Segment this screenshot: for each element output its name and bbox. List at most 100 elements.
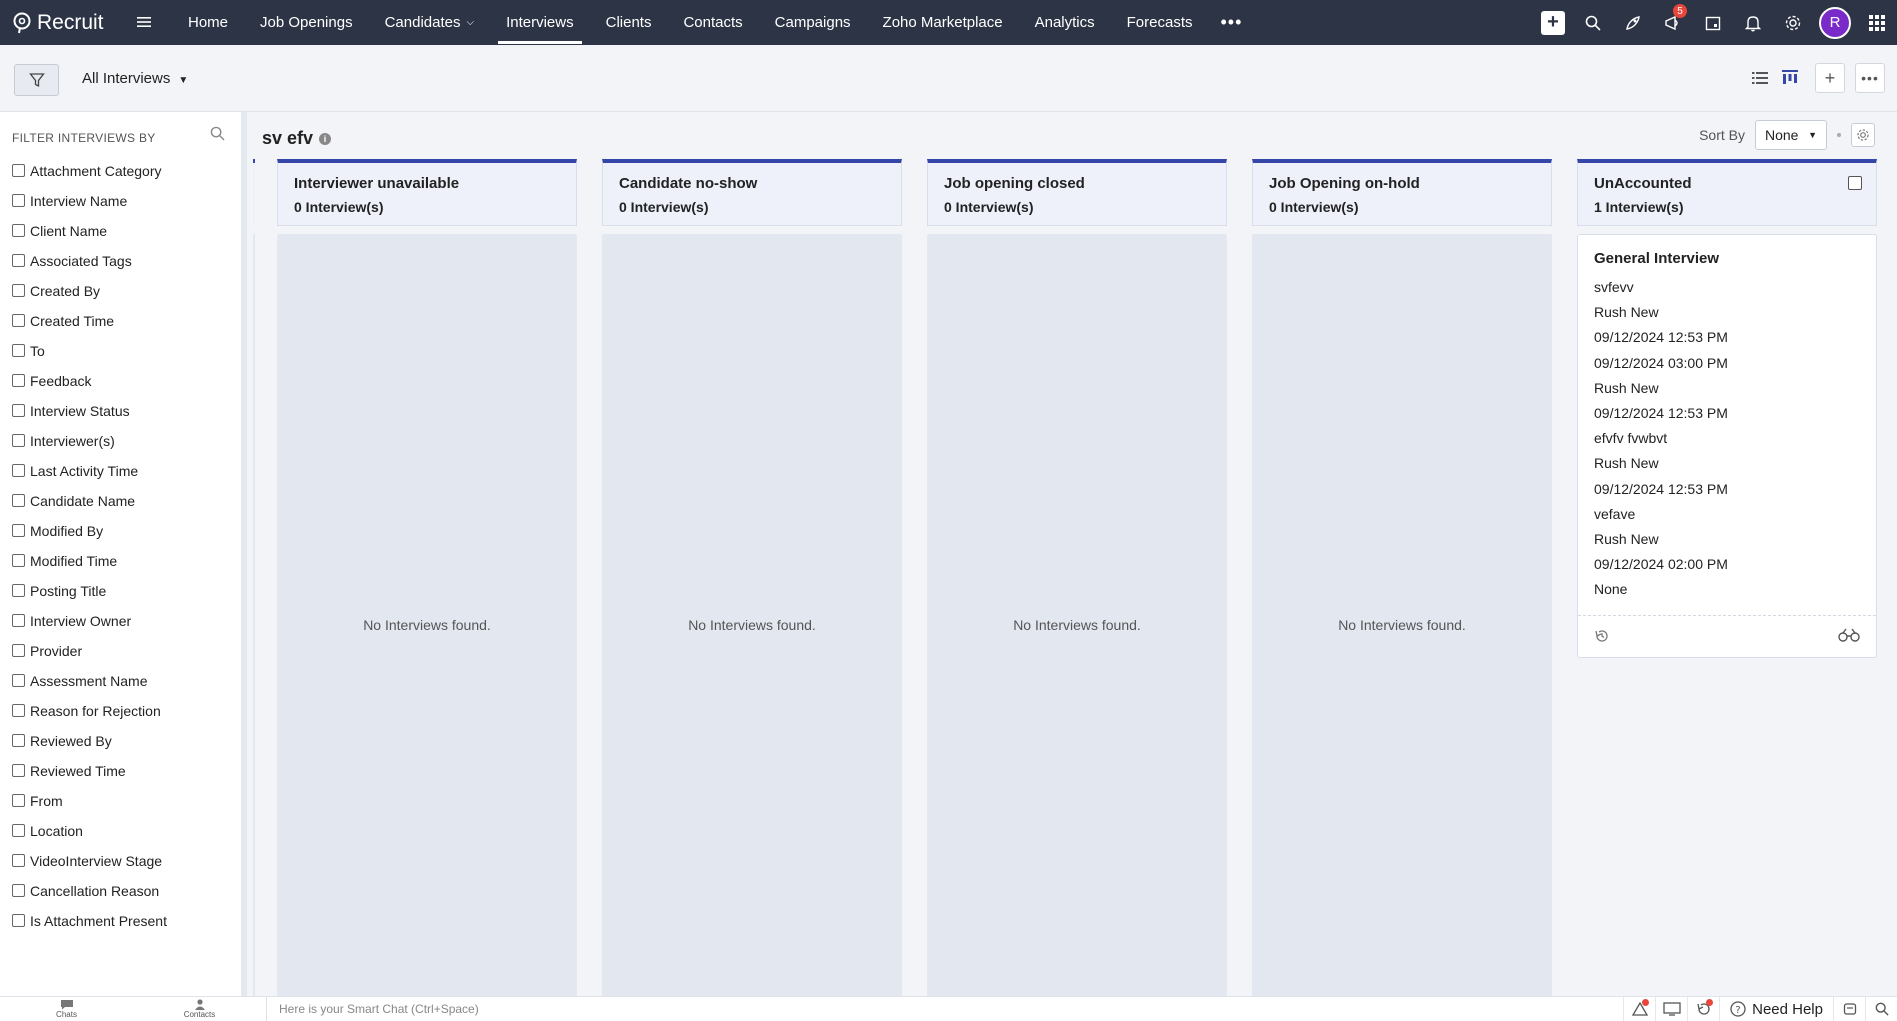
filter-item[interactable]: To xyxy=(12,343,167,373)
filter-item[interactable]: VideoInterview Stage xyxy=(12,853,167,883)
filter-checkbox[interactable] xyxy=(12,794,25,807)
bell-icon[interactable] xyxy=(1733,0,1773,45)
filter-checkbox[interactable] xyxy=(12,194,25,207)
nav-item-home[interactable]: Home xyxy=(172,0,244,45)
kanban-column: UnAccounted 1 Interview(s) General Inter… xyxy=(1577,159,1877,996)
filter-checkbox[interactable] xyxy=(12,554,25,567)
need-help-button[interactable]: ? Need Help xyxy=(1719,996,1833,1021)
filter-label: Associated Tags xyxy=(30,253,132,269)
filter-checkbox[interactable] xyxy=(12,584,25,597)
nav-item-contacts[interactable]: Contacts xyxy=(667,0,758,45)
more-modules-icon[interactable]: ••• xyxy=(1209,12,1255,33)
board-settings-icon[interactable] xyxy=(1851,123,1875,147)
filter-checkbox[interactable] xyxy=(12,884,25,897)
filter-checkbox[interactable] xyxy=(12,314,25,327)
filter-item[interactable]: Interviewer(s) xyxy=(12,433,167,463)
filter-checkbox[interactable] xyxy=(12,644,25,657)
binoculars-icon[interactable] xyxy=(1838,628,1860,647)
filter-checkbox[interactable] xyxy=(12,344,25,357)
filter-checkbox[interactable] xyxy=(12,614,25,627)
user-avatar[interactable]: R xyxy=(1819,6,1851,39)
filter-item[interactable]: Last Activity Time xyxy=(12,463,167,493)
filter-checkbox[interactable] xyxy=(12,704,25,717)
screen-share-icon[interactable] xyxy=(1655,996,1687,1021)
info-icon[interactable]: i xyxy=(319,132,332,145)
menu-icon[interactable] xyxy=(126,12,162,33)
filter-search-icon[interactable] xyxy=(210,126,225,146)
interview-card[interactable]: General Interview svfevv Rush New 09/12/20… xyxy=(1577,234,1877,658)
filter-item[interactable]: Provider xyxy=(12,643,167,673)
contacts-tab[interactable]: Contacts xyxy=(133,997,266,1021)
filter-item[interactable]: Attachment Category xyxy=(12,163,167,193)
nav-item-campaigns[interactable]: Campaigns xyxy=(759,0,867,45)
filter-checkbox[interactable] xyxy=(12,824,25,837)
filter-item[interactable]: Created By xyxy=(12,283,167,313)
nav-item-candidates[interactable]: Candidates ⌵ xyxy=(369,0,490,45)
list-view-icon[interactable] xyxy=(1745,63,1775,93)
announcements-icon[interactable]: 5 xyxy=(1653,0,1693,45)
filter-checkbox[interactable] xyxy=(12,524,25,537)
filter-item[interactable]: Client Name xyxy=(12,223,167,253)
nav-item-zoho-marketplace[interactable]: Zoho Marketplace xyxy=(867,0,1019,45)
filter-checkbox[interactable] xyxy=(12,374,25,387)
filter-checkbox[interactable] xyxy=(12,674,25,687)
filter-item[interactable]: Interview Status xyxy=(12,403,167,433)
nav-item-analytics[interactable]: Analytics xyxy=(1019,0,1111,45)
sort-by-select[interactable]: None ▼ xyxy=(1755,120,1827,150)
search-icon[interactable] xyxy=(1573,0,1613,45)
filter-item[interactable]: Location xyxy=(12,823,167,853)
filter-checkbox[interactable] xyxy=(12,224,25,237)
filter-item[interactable]: Associated Tags xyxy=(12,253,167,283)
filter-checkbox[interactable] xyxy=(12,284,25,297)
quick-create-button[interactable]: + xyxy=(1533,0,1573,45)
filter-item[interactable]: Modified Time xyxy=(12,553,167,583)
filter-item[interactable]: Feedback xyxy=(12,373,167,403)
bottom-search-icon[interactable] xyxy=(1865,996,1897,1021)
smart-chat-input[interactable]: Here is your Smart Chat (Ctrl+Space) xyxy=(266,996,1623,1021)
rocket-icon[interactable] xyxy=(1613,0,1653,45)
kanban-view-icon[interactable] xyxy=(1775,63,1805,93)
nav-item-interviews[interactable]: Interviews xyxy=(490,0,590,45)
filter-checkbox[interactable] xyxy=(12,464,25,477)
more-actions-button[interactable]: ••• xyxy=(1855,63,1885,93)
column-select-checkbox[interactable] xyxy=(1848,176,1862,190)
notes-icon[interactable] xyxy=(1833,996,1865,1021)
filter-item[interactable]: Reason for Rejection xyxy=(12,703,167,733)
filter-item[interactable]: Is Attachment Present xyxy=(12,913,167,943)
filter-item[interactable]: Posting Title xyxy=(12,583,167,613)
filter-item[interactable]: Created Time xyxy=(12,313,167,343)
filter-checkbox[interactable] xyxy=(12,914,25,927)
filter-checkbox[interactable] xyxy=(12,164,25,177)
filter-item[interactable]: Interview Name xyxy=(12,193,167,223)
alert-icon[interactable] xyxy=(1623,996,1655,1021)
filter-toggle-button[interactable] xyxy=(14,64,59,96)
card-title[interactable]: General Interview xyxy=(1594,250,1719,267)
filter-item[interactable]: Modified By xyxy=(12,523,167,553)
filter-checkbox[interactable] xyxy=(12,734,25,747)
filter-item[interactable]: Cancellation Reason xyxy=(12,883,167,913)
filter-checkbox[interactable] xyxy=(12,494,25,507)
filter-item[interactable]: Interview Owner xyxy=(12,613,167,643)
nav-item-clients[interactable]: Clients xyxy=(590,0,668,45)
add-interview-button[interactable]: + xyxy=(1815,63,1845,93)
view-selector[interactable]: All Interviews ▼ xyxy=(82,70,188,87)
nav-item-forecasts[interactable]: Forecasts xyxy=(1111,0,1209,45)
app-logo[interactable]: Recruit xyxy=(0,11,120,35)
filter-checkbox[interactable] xyxy=(12,404,25,417)
filter-item[interactable]: Candidate Name xyxy=(12,493,167,523)
settings-gear-icon[interactable] xyxy=(1773,0,1813,45)
filter-item[interactable]: Reviewed By xyxy=(12,733,167,763)
calendar-icon[interactable] xyxy=(1693,0,1733,45)
filter-item[interactable]: Reviewed Time xyxy=(12,763,167,793)
refresh-icon[interactable] xyxy=(1687,996,1719,1021)
filter-item[interactable]: Assessment Name xyxy=(12,673,167,703)
chats-tab[interactable]: Chats xyxy=(0,997,133,1021)
nav-item-job-openings[interactable]: Job Openings xyxy=(244,0,369,45)
filter-checkbox[interactable] xyxy=(12,254,25,267)
filter-checkbox[interactable] xyxy=(12,854,25,867)
filter-checkbox[interactable] xyxy=(12,434,25,447)
apps-grid-icon[interactable] xyxy=(1857,0,1897,45)
filter-item[interactable]: From xyxy=(12,793,167,823)
history-icon[interactable] xyxy=(1594,628,1610,649)
filter-checkbox[interactable] xyxy=(12,764,25,777)
